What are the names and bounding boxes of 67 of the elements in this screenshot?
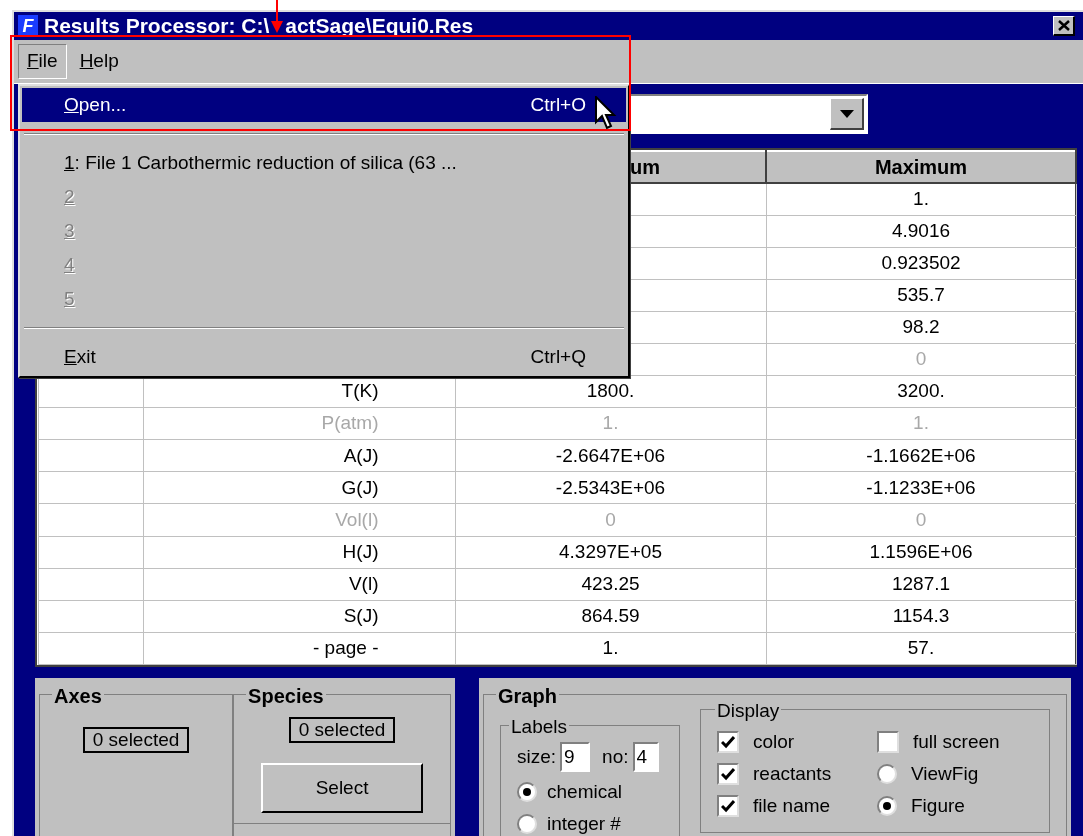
- annotation-arrow: [271, 0, 284, 33]
- checkbox[interactable]: [717, 730, 739, 753]
- table-cell: Vol(l): [143, 503, 455, 537]
- table-cell: -2.5343E+06: [455, 471, 766, 504]
- option-label: reactants: [753, 761, 832, 786]
- number-label: no:: [602, 744, 629, 769]
- table-cell: H(J): [143, 536, 455, 569]
- radio-button[interactable]: [877, 763, 897, 784]
- option-label: file name: [753, 793, 831, 818]
- size-field[interactable]: 9: [560, 741, 591, 772]
- table-cell: G(J): [143, 471, 455, 504]
- menu-item[interactable]: File: [18, 44, 67, 79]
- table-cell: 1.1596E+06: [766, 536, 1076, 569]
- table-cell: 1.: [766, 407, 1076, 440]
- selection-count: 0 selected: [288, 716, 396, 743]
- table-cell: P(atm): [143, 407, 455, 440]
- table-cell: -1.1233E+06: [766, 471, 1076, 504]
- radio-button[interactable]: [877, 795, 897, 816]
- close-button[interactable]: [1053, 16, 1075, 36]
- table-cell: A(J): [143, 439, 455, 472]
- table-cell: 57.: [766, 632, 1076, 665]
- selection-count: 0 selected: [82, 726, 190, 753]
- table-cell: 4.9016: [766, 215, 1076, 248]
- table-cell: 1287.1: [766, 568, 1076, 601]
- radio-button[interactable]: [517, 813, 537, 834]
- table-cell: 0: [455, 503, 766, 537]
- option-label: full screen: [913, 729, 1000, 754]
- option-label: color: [753, 729, 795, 754]
- checkbox[interactable]: [717, 762, 739, 785]
- checkbox[interactable]: [717, 794, 739, 817]
- option-label: integer #: [547, 811, 621, 836]
- table-cell: 3200.: [766, 375, 1076, 408]
- select-button[interactable]: Select: [261, 762, 424, 813]
- column-header: Maximum: [766, 151, 1076, 183]
- menu-item[interactable]: Help: [70, 44, 128, 79]
- table-cell: 1.: [455, 632, 766, 665]
- table-cell: 0.923502: [766, 247, 1076, 280]
- table-cell: 1.: [455, 407, 766, 440]
- table-cell: 423.25: [455, 568, 766, 601]
- table-cell: 1.: [766, 183, 1076, 216]
- table-cell: 0: [766, 503, 1076, 537]
- number-field[interactable]: 4: [632, 741, 659, 772]
- window-title: Results Processor: C:\: [44, 13, 270, 40]
- radio-button[interactable]: [517, 781, 537, 802]
- window-title: actSage\Equi0.Res: [285, 13, 474, 40]
- menu-item[interactable]: Exit Ctrl+Q: [22, 340, 626, 374]
- mouse-cursor-icon: [595, 96, 619, 132]
- menu-item[interactable]: Open... Ctrl+O: [22, 88, 626, 122]
- app-logo-icon: F: [18, 15, 38, 37]
- table-cell: -2.6647E+06: [455, 439, 766, 472]
- table-cell: V(l): [143, 568, 455, 601]
- checkbox[interactable]: [877, 730, 899, 753]
- table-cell: - page -: [143, 632, 455, 665]
- size-label: size:: [517, 744, 557, 769]
- option-label: Figure: [911, 793, 965, 818]
- table-cell: 4.3297E+05: [455, 536, 766, 569]
- caret-icon: [839, 109, 854, 118]
- table-cell: 0: [766, 343, 1076, 376]
- option-label: chemical: [547, 779, 622, 804]
- close-icon: [1057, 20, 1070, 31]
- option-label: ViewFig: [911, 761, 979, 786]
- table-cell: -1.1662E+06: [766, 439, 1076, 472]
- table-cell: 535.7: [766, 279, 1076, 312]
- table-cell: 864.59: [455, 600, 766, 633]
- table-cell: S(J): [143, 600, 455, 633]
- table-cell: 98.2: [766, 311, 1076, 344]
- table-cell: 1154.3: [766, 600, 1076, 633]
